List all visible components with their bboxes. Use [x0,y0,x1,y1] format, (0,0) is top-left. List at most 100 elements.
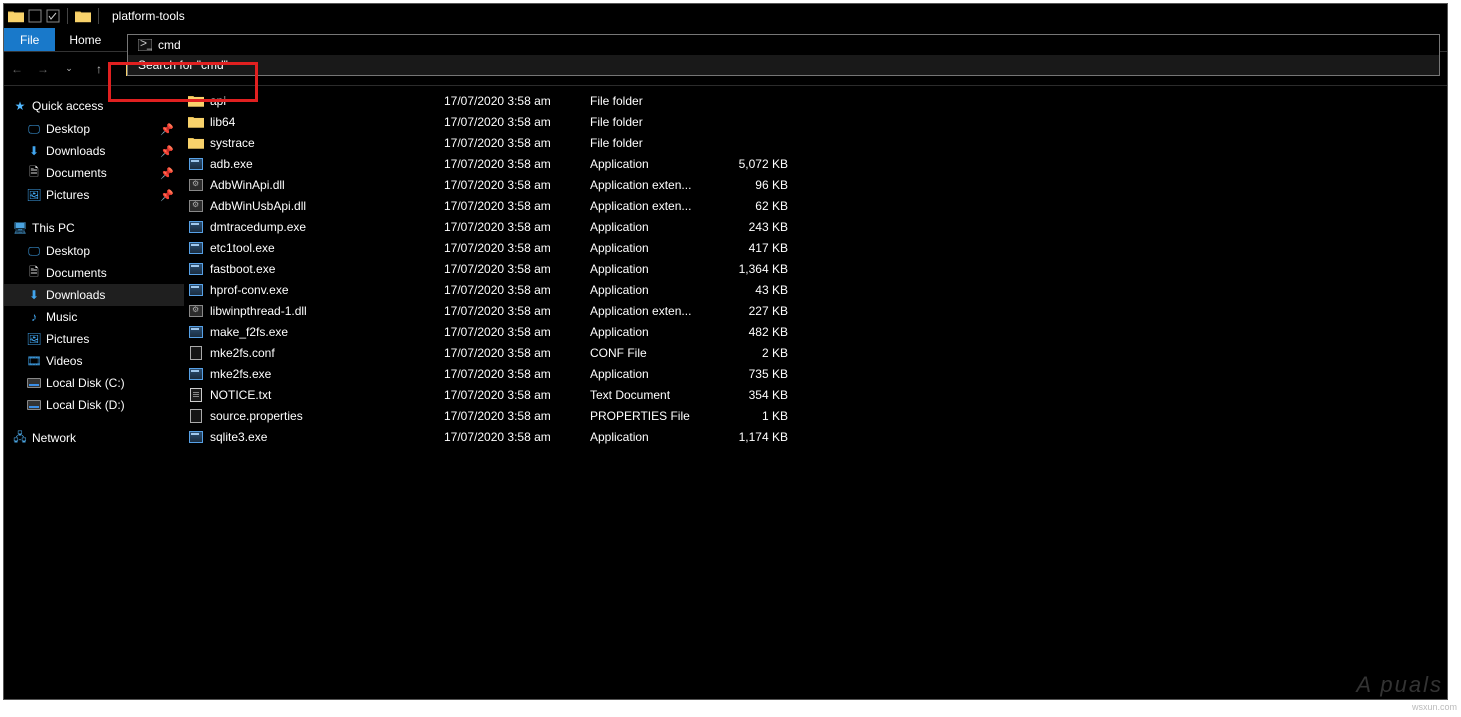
sidebar-item[interactable]: 🖵 Desktop [4,240,184,262]
file-icon [184,431,208,443]
file-name: fastboot.exe [208,262,444,276]
sidebar-item[interactable]: ⬇ Downloads 📌 [4,140,184,162]
file-icon [184,305,208,317]
downloads-icon: ⬇ [26,287,42,303]
sidebar-item[interactable]: 🖼 Pictures [4,328,184,350]
music-icon: ♪ [26,309,42,325]
file-row[interactable]: libwinpthread-1.dll 17/07/2020 3:58 am A… [184,300,1447,321]
file-row[interactable]: lib64 17/07/2020 3:58 am File folder [184,111,1447,132]
file-type: CONF File [590,346,724,360]
file-size: 43 KB [724,283,794,297]
recent-dropdown[interactable]: ⌄ [56,55,82,83]
file-row[interactable]: mke2fs.conf 17/07/2020 3:58 am CONF File… [184,342,1447,363]
file-size: 227 KB [724,304,794,318]
file-name: libwinpthread-1.dll [208,304,444,318]
back-button[interactable]: ← [4,55,30,83]
qat-button[interactable] [28,9,42,23]
file-date: 17/07/2020 3:58 am [444,304,590,318]
file-size: 1,364 KB [724,262,794,276]
file-date: 17/07/2020 3:58 am [444,388,590,402]
file-row[interactable]: fastboot.exe 17/07/2020 3:58 am Applicat… [184,258,1447,279]
suggestion-item[interactable]: >_ cmd [128,35,1439,55]
desktop-icon: 🖵 [26,121,42,137]
file-type: File folder [590,136,724,150]
file-date: 17/07/2020 3:58 am [444,199,590,213]
file-date: 17/07/2020 3:58 am [444,241,590,255]
file-icon [184,388,208,402]
file-row[interactable]: hprof-conv.exe 17/07/2020 3:58 am Applic… [184,279,1447,300]
file-row[interactable]: etc1tool.exe 17/07/2020 3:58 am Applicat… [184,237,1447,258]
sidebar-item[interactable]: 🗎 Documents [4,262,184,284]
file-date: 17/07/2020 3:58 am [444,220,590,234]
up-button[interactable]: ↑ [86,55,112,83]
file-icon [184,409,208,423]
sidebar-item-label: Pictures [46,188,89,202]
forward-button[interactable]: → [30,55,56,83]
file-row[interactable]: AdbWinApi.dll 17/07/2020 3:58 am Applica… [184,174,1447,195]
home-tab[interactable]: Home [55,28,115,51]
downloads-icon: ⬇ [26,143,42,159]
file-row[interactable]: dmtracedump.exe 17/07/2020 3:58 am Appli… [184,216,1447,237]
pin-icon: 📌 [160,145,174,158]
file-size: 417 KB [724,241,794,255]
sidebar-item[interactable]: ⬇ Downloads [4,284,184,306]
file-type: Text Document [590,388,724,402]
window-title: platform-tools [112,9,185,23]
file-size: 96 KB [724,178,794,192]
file-row[interactable]: api 17/07/2020 3:58 am File folder [184,90,1447,111]
file-date: 17/07/2020 3:58 am [444,367,590,381]
suggestion-search[interactable]: Search for "cmd" [128,55,1439,75]
separator [67,8,68,24]
file-type: Application [590,283,724,297]
file-row[interactable]: source.properties 17/07/2020 3:58 am PRO… [184,405,1447,426]
file-size: 1,174 KB [724,430,794,444]
file-name: AdbWinUsbApi.dll [208,199,444,213]
file-type: File folder [590,115,724,129]
documents-icon: 🗎 [26,265,42,281]
file-row[interactable]: systrace 17/07/2020 3:58 am File folder [184,132,1447,153]
sidebar-item[interactable]: 🖵 Desktop 📌 [4,118,184,140]
file-date: 17/07/2020 3:58 am [444,346,590,360]
file-icon [184,115,208,128]
sidebar-item[interactable]: 🎞 Videos [4,350,184,372]
sidebar-item[interactable]: ♪ Music [4,306,184,328]
sidebar-item-label: Local Disk (D:) [46,398,125,412]
pin-icon: 📌 [160,123,174,136]
file-name: etc1tool.exe [208,241,444,255]
file-type: PROPERTIES File [590,409,724,423]
sidebar-item[interactable]: 🗎 Documents 📌 [4,162,184,184]
thispc-header[interactable]: 🖥 This PC [4,216,184,240]
file-date: 17/07/2020 3:58 am [444,115,590,129]
file-size: 354 KB [724,388,794,402]
file-type: Application [590,367,724,381]
sidebar-item[interactable]: Local Disk (C:) [4,372,184,394]
file-row[interactable]: adb.exe 17/07/2020 3:58 am Application 5… [184,153,1447,174]
file-icon [184,263,208,275]
disk-icon [26,397,42,413]
file-icon [184,242,208,254]
explorer-window: platform-tools File Home Share View ← → … [3,3,1448,700]
watermark: A puals [1356,672,1443,698]
network-header[interactable]: 🖧 Network [4,426,184,450]
pin-icon: 📌 [160,167,174,180]
file-icon [184,284,208,296]
file-row[interactable]: sqlite3.exe 17/07/2020 3:58 am Applicati… [184,426,1447,447]
file-date: 17/07/2020 3:58 am [444,283,590,297]
quick-access-header[interactable]: ★ Quick access [4,94,184,118]
sidebar-item[interactable]: 🖼 Pictures 📌 [4,184,184,206]
folder-icon [8,9,24,23]
sidebar-item-label: Pictures [46,332,89,346]
file-row[interactable]: NOTICE.txt 17/07/2020 3:58 am Text Docum… [184,384,1447,405]
file-icon [184,326,208,338]
file-date: 17/07/2020 3:58 am [444,178,590,192]
network-icon: 🖧 [12,430,28,446]
file-row[interactable]: mke2fs.exe 17/07/2020 3:58 am Applicatio… [184,363,1447,384]
qat-button[interactable] [46,9,60,23]
file-tab[interactable]: File [4,28,55,51]
sidebar-item[interactable]: Local Disk (D:) [4,394,184,416]
file-row[interactable]: make_f2fs.exe 17/07/2020 3:58 am Applica… [184,321,1447,342]
group-label: This PC [32,221,75,235]
file-row[interactable]: AdbWinUsbApi.dll 17/07/2020 3:58 am Appl… [184,195,1447,216]
file-icon [184,221,208,233]
file-icon [184,179,208,191]
